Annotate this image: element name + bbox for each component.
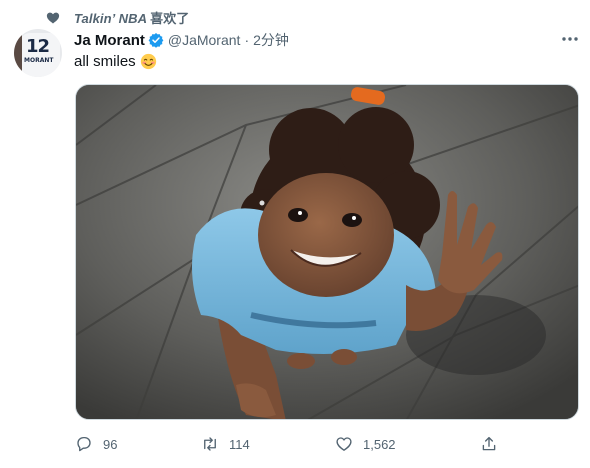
smiling-face-emoji-icon <box>140 53 156 70</box>
like-count: 1,562 <box>363 436 396 452</box>
retweet-icon <box>204 437 216 451</box>
retweet-button[interactable]: 114 <box>201 434 250 454</box>
tweet-photo[interactable] <box>75 84 579 420</box>
author-name[interactable]: Ja Morant <box>74 32 145 49</box>
tweet-timestamp[interactable]: 2分钟 <box>253 30 289 50</box>
share-button[interactable] <box>480 434 498 454</box>
retweet-count: 114 <box>229 436 250 452</box>
context-text[interactable]: Talkin’ NBA 喜欢了 <box>74 8 189 27</box>
tweet-body: all smiles <box>74 53 136 70</box>
social-context[interactable]: Talkin’ NBA 喜欢了 <box>46 8 189 27</box>
reply-icon <box>77 436 91 452</box>
avatar-shadow <box>14 29 22 77</box>
heart-icon <box>46 12 60 23</box>
like-heart-icon <box>336 437 352 451</box>
separator-dot: · <box>244 32 250 48</box>
more-options-icon[interactable] <box>560 32 580 46</box>
avatar[interactable]: 12 MORANT <box>14 29 62 77</box>
reply-count: 96 <box>103 436 118 452</box>
avatar-jersey-number: 12 <box>26 36 50 57</box>
author-handle[interactable]: @JaMorant <box>168 32 241 48</box>
verified-badge-icon <box>148 33 164 48</box>
context-suffix: 喜欢了 <box>150 10 190 26</box>
like-button[interactable]: 1,562 <box>335 434 396 454</box>
tweet-text: all smiles <box>74 53 157 70</box>
tweet-actions: 96 114 1,562 <box>75 434 579 454</box>
avatar-jersey-name: MORANT <box>24 57 54 64</box>
tweet-card[interactable]: Talkin’ NBA 喜欢了 12 MORANT Ja Morant @JaMo… <box>0 0 590 468</box>
context-author[interactable]: Talkin’ NBA <box>74 11 147 26</box>
photo-image <box>76 85 578 419</box>
share-icon <box>482 436 496 451</box>
reply-button[interactable]: 96 <box>75 434 117 454</box>
tweet-header: Ja Morant @JaMorant · 2分钟 <box>74 31 289 49</box>
